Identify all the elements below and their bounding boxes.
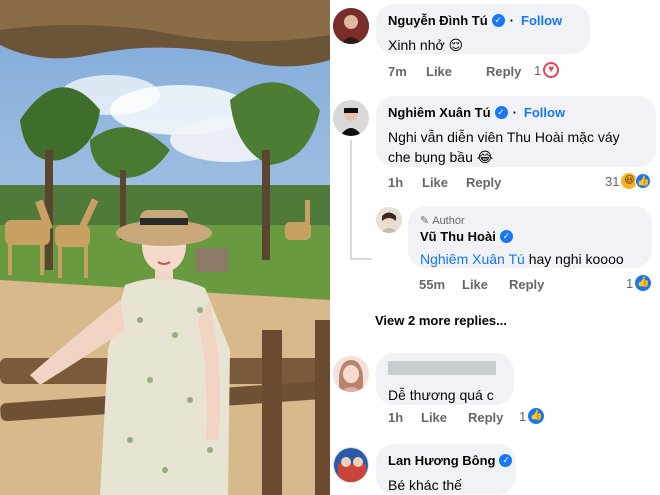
reply-button[interactable]: Reply [509,277,544,292]
avatar-image [334,448,368,482]
photo-illustration [0,0,330,495]
comment-text: Xinh nhở 😌 [388,37,464,53]
heart-icon: ♥ [543,62,560,78]
comment-text: Nghi vẫn diễn viên Thu Hoài mặc váy che … [388,129,620,165]
reply-button[interactable]: Reply [486,64,521,79]
comment-time[interactable]: 1h [388,410,421,425]
reaction-count: 1 [626,275,634,291]
comment-time[interactable]: 55m [419,277,462,292]
reply-button[interactable]: Reply [468,410,503,425]
author-label: Author [432,214,465,227]
like-icon: 👍 [635,173,652,189]
comment-text: Nghiêm Xuân Tú hay nghi koooo [420,249,640,269]
comment-bubble: Nguyễn Đình Tú ✓ · Follow Xinh nhở 😌 [376,4,590,54]
avatar[interactable] [333,356,369,392]
avatar-image [333,356,369,392]
comment-text: Bé khác thế [388,477,462,493]
comment-actions: 1h Like Reply [388,175,501,190]
mention-link[interactable]: Nghiêm Xuân Tú [420,251,525,267]
separator-dot: · [512,105,517,120]
reply-bubble: ✎ Author Vũ Thu Hoài ✓ Nghiêm Xuân Tú ha… [408,206,652,268]
verified-badge-icon: ✓ [499,454,513,467]
like-button[interactable]: Like [421,410,468,425]
follow-button[interactable]: Follow [521,13,562,28]
like-button[interactable]: Like [426,64,486,79]
comment-bubble: Dễ thương quá c [376,353,514,405]
separator-dot: · [509,13,515,28]
like-icon: 👍 [635,275,652,291]
commenter-name[interactable]: Vũ Thu Hoài [420,229,496,244]
author-pen-icon: ✎ [420,215,430,227]
comment-actions: 1h Like Reply [388,410,503,425]
commenter-name[interactable]: Lan Hương Bông [388,453,495,468]
like-button[interactable]: Like [422,175,466,190]
comment-bubble: Lan Hương Bông ✓ Bé khác thế [376,444,516,494]
comment-text: Dễ thương quá c [388,387,494,403]
avatar[interactable] [333,447,369,483]
like-icon: 👍 [528,408,545,424]
reaction-summary[interactable]: 1 👍 [519,408,545,424]
avatar-image [333,100,369,136]
comment-time[interactable]: 1h [388,175,422,190]
verified-badge-icon: ✓ [494,106,508,119]
reaction-count: 1 [534,62,542,78]
avatar-image [376,207,402,233]
avatar-image [333,8,369,44]
comment-time[interactable]: 7m [388,64,426,79]
commenter-name[interactable]: Nguyễn Đình Tú [388,13,488,28]
verified-badge-icon: ✓ [491,14,505,27]
follow-button[interactable]: Follow [524,105,565,120]
comments-panel: Nguyễn Đình Tú ✓ · Follow Xinh nhở 😌 7m … [330,0,660,495]
comment-bubble: Nghiêm Xuân Tú ✓ · Follow Nghi vẫn diễn … [376,96,656,167]
reaction-summary[interactable]: 1 👍 [626,275,652,291]
commenter-name[interactable]: Nghiêm Xuân Tú [388,105,491,120]
verified-badge-icon: ✓ [499,230,513,243]
reaction-summary[interactable]: 31 😆 👍 [605,173,652,189]
post-photo[interactable] [0,0,330,495]
reaction-count: 1 [519,408,527,424]
blurred-commenter-name [388,361,496,375]
reply-thread-line [350,140,352,260]
like-button[interactable]: Like [462,277,509,292]
reaction-count: 31 [605,173,620,189]
view-more-replies-link[interactable]: View 2 more replies... [375,313,507,328]
avatar[interactable] [333,8,369,44]
reply-thread-branch [350,258,372,260]
comment-actions: 7m Like Reply [388,64,521,79]
reaction-summary[interactable]: 1 ♥ [534,62,560,78]
reply-button[interactable]: Reply [466,175,501,190]
avatar[interactable] [376,207,402,233]
comment-actions: 55m Like Reply [419,277,544,292]
reply-body: hay nghi koooo [524,251,624,267]
avatar[interactable] [333,100,369,136]
